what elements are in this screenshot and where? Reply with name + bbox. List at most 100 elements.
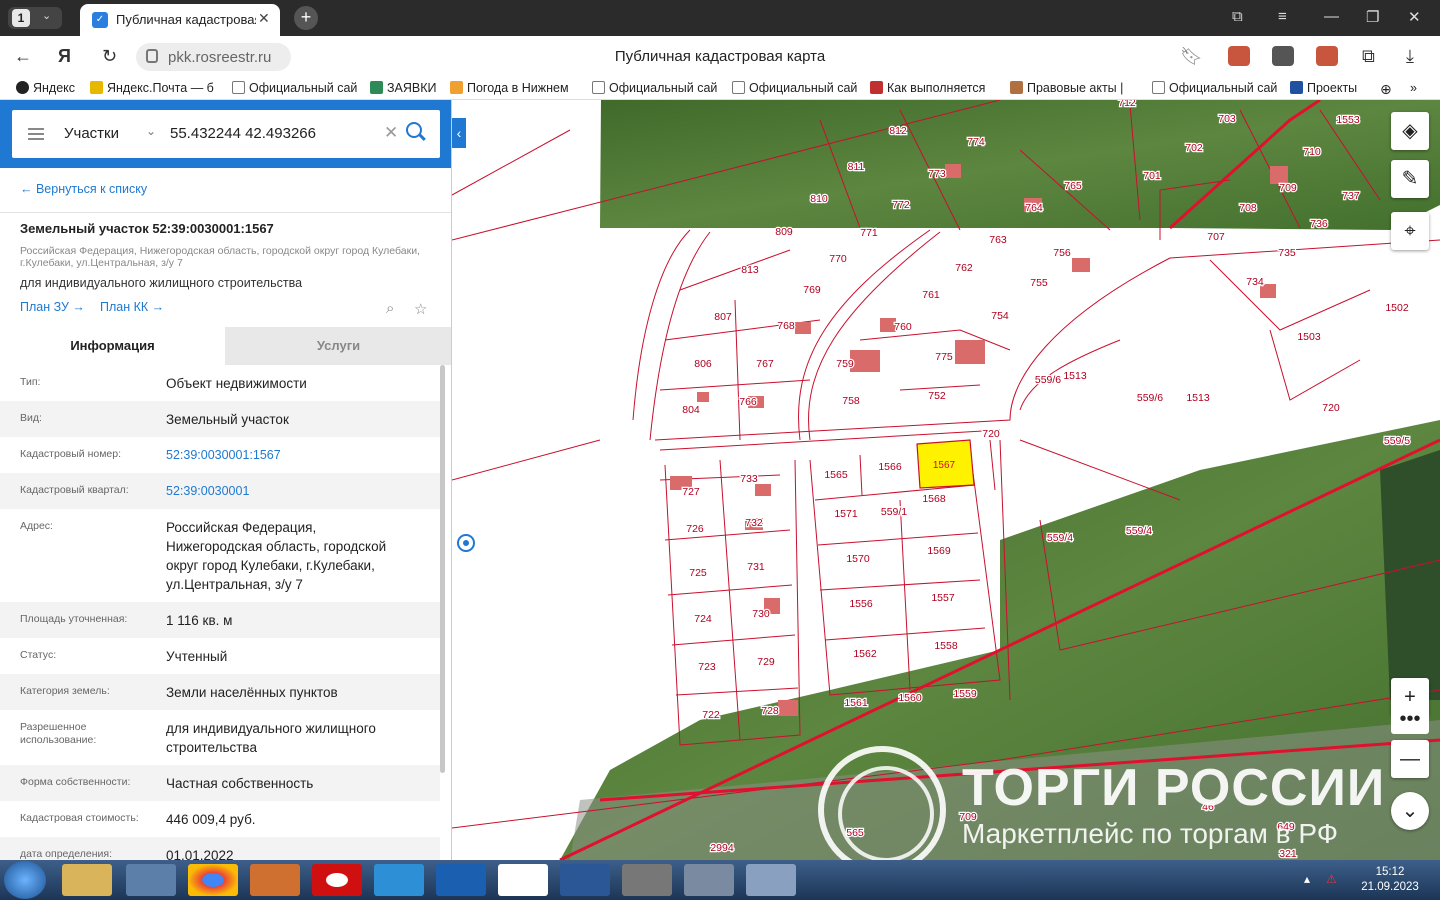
bookmark-item[interactable]: Проекты [1290,81,1357,95]
bookmark-item[interactable]: Как выполняется [870,81,985,95]
parcel-label[interactable]: 809 [774,225,794,240]
parcel-label[interactable]: 1503 [1296,330,1322,345]
parcel-label[interactable]: 807 [713,310,733,325]
parcel-label[interactable]: 701 [1142,169,1162,184]
reload-icon[interactable]: ↻ [102,46,117,67]
parcel-label[interactable]: 1571 [833,507,859,522]
geolocation-button[interactable]: ⌖ [1391,212,1429,250]
parcel-label[interactable]: 766 [738,395,758,410]
parcel-label[interactable]: 724 [693,612,713,627]
parcel-label[interactable]: 731 [746,560,766,575]
plan-zu-link[interactable]: План ЗУ → [20,300,85,314]
parcel-label[interactable]: 2994 [709,841,735,856]
bookmark-item[interactable]: Официальный сай [1152,81,1277,95]
bookmark-item[interactable]: Официальный сай [232,81,357,95]
parcel-label[interactable]: 756 [1052,246,1072,261]
files-app-icon[interactable] [126,864,176,896]
extension-1-icon[interactable] [1228,46,1250,66]
parcel-label[interactable]: 559/6 [1034,373,1063,388]
parcel-label[interactable]: 810 [809,192,829,207]
bookmark-item[interactable]: Яндекс [16,81,75,95]
zoom-more-button[interactable]: ••• [1391,708,1429,734]
parcel-label[interactable]: 735 [1277,246,1297,261]
parcel-label[interactable]: 759 [835,357,855,372]
parcel-label[interactable]: 1560 [897,691,923,706]
parcel-label[interactable]: 720 [981,427,1001,442]
window-menu-icon[interactable]: ≡ [1278,8,1287,25]
compass-button[interactable]: ⌄ [1391,792,1429,830]
parcel-label[interactable]: 1565 [823,468,849,483]
zoom-to-object-icon[interactable]: ⌕ [386,300,394,317]
browser-tab-active[interactable]: ✓ Публичная кадастровая карта ✕ [80,4,280,36]
parcel-label[interactable]: 736 [1309,217,1329,232]
start-button[interactable] [4,861,46,899]
parcel-label[interactable]: 730 [751,607,771,622]
parcel-label[interactable]: 768 [776,319,796,334]
parcel-label[interactable]: 723 [697,660,717,675]
book-app-icon[interactable] [250,864,300,896]
parcel-label[interactable]: 559/4 [1125,524,1154,539]
parcel-label[interactable]: 764 [1024,201,1044,216]
parcel-label[interactable]: 559/1 [880,505,909,520]
add-bookmark-icon[interactable]: ⊕ [1380,81,1392,98]
tab-counter[interactable]: 1 ⌄ [8,7,62,29]
bookmark-item[interactable]: Правовые акты | [1010,81,1123,95]
parcel-label[interactable]: 1570 [845,552,871,567]
bookmark-item[interactable]: Официальный сай [592,81,717,95]
map-canvas[interactable]: 812 774 811 773 810 772 765 764 712 703 702 710 701 7… [452,100,1440,860]
word-app-icon[interactable] [560,864,610,896]
search-input[interactable]: 55.432244 42.493266 [170,125,316,142]
parcel-label[interactable]: 1561 [843,696,869,711]
parcel-label[interactable]: 1556 [848,597,874,612]
system-clock[interactable]: 15:12 21.09.2023 [1350,865,1430,895]
parcel-label[interactable]: 1558 [933,639,959,654]
parcel-label[interactable]: 722 [701,708,721,723]
parcel-label[interactable]: 726 [685,522,705,537]
minimize-icon[interactable]: — [1324,8,1339,25]
collections-icon[interactable]: ⧉ [1362,46,1375,67]
parcel-label[interactable]: 754 [990,309,1010,324]
yandex-browser-app-icon[interactable] [498,864,548,896]
favorite-star-icon[interactable]: ☆ [414,300,427,318]
tab-information[interactable]: Информация [0,327,225,365]
bookmark-item[interactable]: Погода в Нижнем [450,81,569,95]
network-warning-icon[interactable]: ⚠ [1326,872,1337,886]
parcel-label[interactable]: 1553 [1335,113,1361,128]
parcel-label[interactable]: 727 [681,485,701,500]
parcel-label[interactable]: 559/4 [1046,531,1075,546]
bookmark-item[interactable]: Официальный сай [732,81,857,95]
parcel-label[interactable]: 1513 [1185,391,1211,406]
parcel-label[interactable]: 765 [1063,179,1083,194]
parcel-label[interactable]: 806 [693,357,713,372]
parcel-label[interactable]: 1566 [877,460,903,475]
zoom-out-button[interactable]: — [1391,740,1429,778]
parcel-label[interactable]: 758 [841,394,861,409]
bookmark-icon[interactable]: 🔖︎ [1180,46,1203,67]
parcel-label[interactable]: 728 [760,704,780,719]
media-app-icon[interactable] [684,864,734,896]
extension-3-icon[interactable] [1316,46,1338,66]
arrow-app-icon[interactable] [436,864,486,896]
close-tab-icon[interactable]: ✕ [258,10,270,27]
cadastral-map[interactable]: 812 774 811 773 810 772 765 764 712 703 702 710 701 7… [452,100,1440,860]
locate-marker-icon[interactable] [457,534,475,552]
parcel-label[interactable]: 725 [688,566,708,581]
parcel-label[interactable]: 732 [744,516,764,531]
parcel-label[interactable]: 775 [934,350,954,365]
snipping-app-icon[interactable] [746,864,796,896]
parcel-label[interactable]: 733 [739,472,759,487]
bookmark-item[interactable]: ЗАЯВКИ [370,81,437,95]
parcel-label[interactable]: 1569 [926,544,952,559]
back-icon[interactable]: ← [14,46,32,67]
parcel-label[interactable]: 1562 [852,647,878,662]
parcel-label[interactable]: 559/5 [1383,434,1412,449]
parcel-label[interactable]: 709 [1278,181,1298,196]
chrome-app-icon[interactable] [188,864,238,896]
close-window-icon[interactable]: ✕ [1408,8,1421,26]
bookmark-item[interactable]: Яндекс.Почта — б [90,81,214,95]
tab-services[interactable]: Услуги [225,327,451,365]
info-row-value[interactable]: 52:39:0030001:1567 [166,437,416,473]
parcel-label[interactable]: 762 [954,261,974,276]
bookmark-manager-icon[interactable]: ⧉ [1232,8,1243,25]
parcel-label[interactable]: 755 [1029,276,1049,291]
